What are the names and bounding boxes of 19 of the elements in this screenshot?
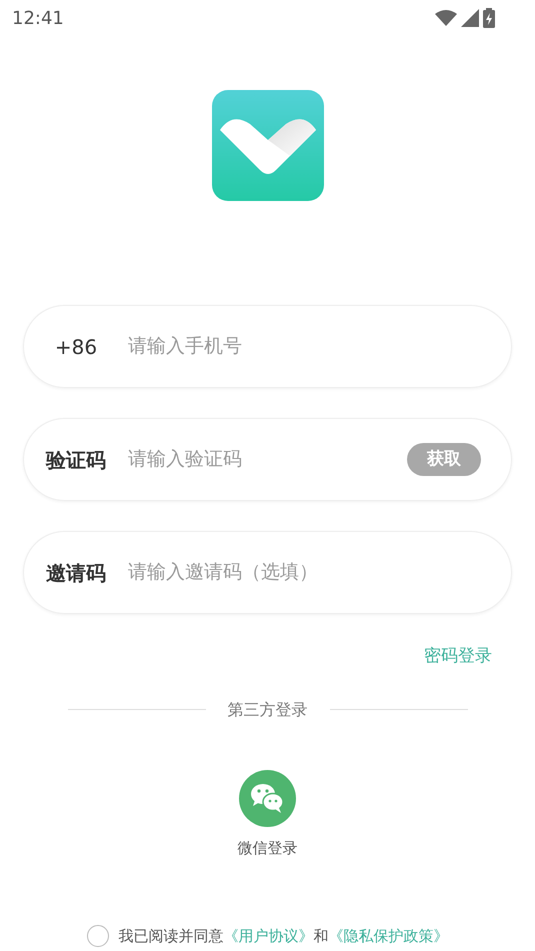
agreement-link[interactable]: 《隐私保护政策》 [328,926,448,944]
agreement-checkbox[interactable] [86,924,108,947]
agreement-link[interactable]: 《用户协议》 [224,926,314,944]
input-field[interactable]: 请输入验证码 [128,445,407,474]
wechat-login-label[interactable]: 微信登录 [238,836,298,859]
battery-icon [483,8,495,28]
input-field[interactable]: 请输入邀请码（选填） [128,558,481,587]
field-label: 验证码 [44,446,107,474]
country-code: +86 [54,334,98,360]
app-logo-icon [212,90,324,201]
signal-icon [461,9,479,27]
field-label: 邀请码 [45,560,107,586]
wifi-icon [435,10,457,26]
section-title: 第三方登录 [228,698,308,720]
input-field[interactable]: 请输入手机号 [128,332,481,361]
agreement-text: 我已阅读并同意《用户协议》和《隐私保护政策》 [118,926,448,946]
password-login-link[interactable]: 密码登录 [424,644,492,670]
status-time: 12:41 [12,6,64,30]
chat-bubbles-icon[interactable] [239,770,296,826]
